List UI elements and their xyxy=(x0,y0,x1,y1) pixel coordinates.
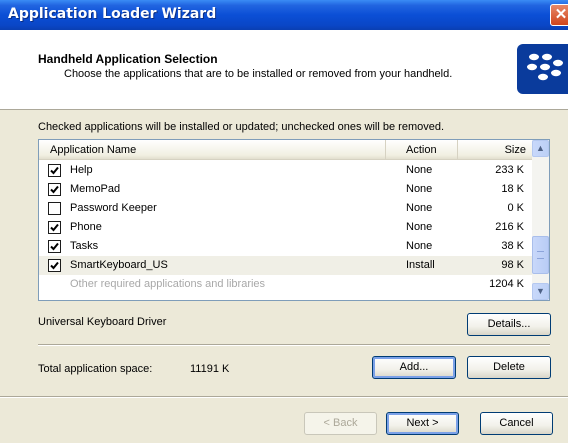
app-name: Other required applications and librarie… xyxy=(70,278,266,290)
app-size: 216 K xyxy=(495,221,524,233)
app-name: Help xyxy=(70,164,93,176)
list-item[interactable]: Tasks None 38 K xyxy=(39,237,532,256)
list-item[interactable]: Password Keeper None 0 K xyxy=(39,199,532,218)
app-name: Password Keeper xyxy=(70,202,157,214)
app-size: 18 K xyxy=(501,183,524,195)
row-checkbox[interactable] xyxy=(48,221,61,234)
list-header: Application Name Action Size xyxy=(39,140,532,160)
column-header-name[interactable]: Application Name xyxy=(39,140,386,160)
wizard-header: Handheld Application Selection Choose th… xyxy=(0,30,568,110)
application-list[interactable]: Application Name Action Size Help None 2… xyxy=(38,139,550,301)
title-bar: Application Loader Wizard ✕ xyxy=(0,0,568,30)
app-action: None xyxy=(406,221,433,233)
header-title: Handheld Application Selection xyxy=(38,52,218,66)
window-title: Application Loader Wizard xyxy=(8,6,217,22)
column-header-size[interactable]: Size xyxy=(458,140,532,160)
blackberry-logo-icon xyxy=(517,44,568,94)
divider xyxy=(38,344,550,346)
selected-app-description: Universal Keyboard Driver xyxy=(38,316,167,328)
list-item-required-libraries: Other required applications and librarie… xyxy=(39,275,532,294)
row-checkbox[interactable] xyxy=(48,164,61,177)
app-size: 1204 K xyxy=(489,278,524,290)
column-header-action[interactable]: Action xyxy=(386,140,458,160)
list-item[interactable]: Help None 233 K xyxy=(39,161,532,180)
list-item[interactable]: MemoPad None 18 K xyxy=(39,180,532,199)
next-button[interactable]: Next > xyxy=(386,412,459,435)
list-item[interactable]: Phone None 216 K xyxy=(39,218,532,237)
scroll-down-button[interactable]: ▼ xyxy=(532,283,549,300)
footer-divider xyxy=(0,396,568,398)
app-action: None xyxy=(406,202,433,214)
app-size: 38 K xyxy=(501,240,524,252)
list-item-selected[interactable]: SmartKeyboard_US Install 98 K xyxy=(39,256,532,275)
app-size: 0 K xyxy=(507,202,524,214)
app-action: None xyxy=(406,164,433,176)
chevron-down-icon: ▼ xyxy=(536,286,545,296)
app-size: 233 K xyxy=(495,164,524,176)
app-action: Install xyxy=(406,259,435,271)
space-value: 11191 K xyxy=(190,363,230,375)
app-name: Phone xyxy=(70,221,102,233)
delete-button[interactable]: Delete xyxy=(467,356,551,379)
app-name: MemoPad xyxy=(70,183,121,195)
row-checkbox[interactable] xyxy=(48,259,61,272)
scroll-up-button[interactable]: ▲ xyxy=(532,140,549,157)
cancel-button[interactable]: Cancel xyxy=(480,412,553,435)
row-checkbox[interactable] xyxy=(48,202,61,215)
app-name: Tasks xyxy=(70,240,99,252)
info-text: Checked applications will be installed o… xyxy=(38,121,445,133)
close-icon: ✕ xyxy=(554,6,568,23)
row-checkbox[interactable] xyxy=(48,183,61,196)
list-rows: Help None 233 K MemoPad None 18 K Passwo… xyxy=(39,161,532,294)
app-name: SmartKeyboard_US xyxy=(70,259,168,271)
app-action: None xyxy=(406,183,433,195)
add-button[interactable]: Add... xyxy=(372,356,456,379)
back-button[interactable]: < Back xyxy=(304,412,377,435)
row-checkbox[interactable] xyxy=(48,240,61,253)
app-action: None xyxy=(406,240,433,252)
details-button[interactable]: Details... xyxy=(467,313,551,336)
space-label: Total application space: xyxy=(38,363,153,375)
app-size: 98 K xyxy=(501,259,524,271)
header-subtitle: Choose the applications that are to be i… xyxy=(64,68,453,80)
chevron-up-icon: ▲ xyxy=(536,143,545,153)
close-button[interactable]: ✕ xyxy=(550,4,568,26)
list-scrollbar[interactable]: ▲ ▼ xyxy=(532,140,549,300)
scroll-thumb[interactable] xyxy=(532,236,549,274)
